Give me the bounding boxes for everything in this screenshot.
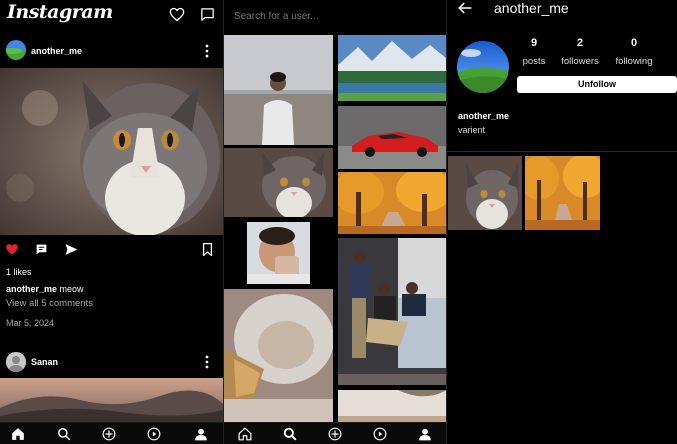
profile-panel: another_me 9 posts 2 followers 0 followi…	[446, 0, 677, 444]
reels-icon[interactable]	[147, 427, 161, 441]
post-header: another_me	[0, 36, 223, 66]
explore-tile-friends[interactable]	[338, 238, 446, 385]
comment-icon[interactable]	[35, 243, 48, 256]
bottom-nav	[224, 422, 446, 444]
view-comments-link[interactable]: View all 5 comments	[6, 298, 93, 309]
search-icon[interactable]	[283, 427, 297, 441]
post-actions	[0, 238, 223, 262]
avatar[interactable]	[6, 40, 26, 60]
back-arrow-icon[interactable]	[458, 2, 472, 14]
explore-tile-sunset[interactable]	[338, 390, 446, 424]
explore-tile-autumn-road[interactable]	[338, 172, 446, 234]
explore-tile-food[interactable]	[224, 289, 333, 424]
explore-panel	[223, 0, 446, 444]
post-image-cat[interactable]	[0, 68, 223, 235]
post-username[interactable]: Sanan	[31, 357, 58, 367]
post-date: Mar 5, 2024	[6, 318, 55, 328]
bookmark-icon[interactable]	[202, 243, 213, 256]
divider	[447, 151, 677, 152]
profile-post-cat[interactable]	[448, 156, 522, 230]
bottom-nav	[0, 422, 223, 444]
followers-label[interactable]: followers	[550, 56, 610, 67]
reels-icon[interactable]	[373, 427, 387, 441]
explore-tile-lake[interactable]	[338, 35, 446, 101]
search-input[interactable]	[234, 11, 434, 22]
profile-avatar[interactable]	[457, 41, 509, 93]
instagram-logo: Instagram	[7, 1, 113, 23]
avatar-image	[6, 352, 26, 372]
profile-post-autumn[interactable]	[525, 156, 600, 230]
search-icon[interactable]	[57, 427, 71, 441]
explore-tile-car[interactable]	[338, 106, 446, 169]
profile-title: another_me	[494, 0, 569, 16]
bio-name: another_me	[458, 111, 510, 121]
share-icon[interactable]	[64, 243, 79, 256]
avatar[interactable]	[6, 352, 26, 372]
explore-tile-selfie[interactable]	[247, 222, 310, 284]
caption-username[interactable]: another_me	[6, 284, 57, 294]
caption-text: meow	[59, 284, 84, 294]
post-header: Sanan	[0, 349, 223, 375]
home-icon[interactable]	[238, 427, 252, 441]
profile-icon[interactable]	[194, 427, 208, 441]
home-icon[interactable]	[11, 427, 25, 441]
more-icon[interactable]	[204, 355, 210, 369]
more-icon[interactable]	[204, 44, 210, 58]
explore-tile-cat[interactable]	[224, 148, 333, 217]
message-icon[interactable]	[200, 7, 215, 22]
avatar-image	[6, 40, 26, 60]
followers-count[interactable]: 2	[550, 37, 610, 49]
unfollow-button[interactable]: Unfollow	[517, 76, 677, 93]
following-label[interactable]: following	[604, 56, 664, 67]
feed-header: Instagram	[0, 0, 223, 30]
add-icon[interactable]	[102, 427, 116, 441]
heart-icon[interactable]	[5, 243, 19, 256]
post-image-landscape[interactable]	[0, 378, 223, 424]
post-caption: another_me meow	[6, 284, 84, 294]
heart-outline-icon[interactable]	[169, 7, 185, 22]
following-count[interactable]: 0	[604, 37, 664, 49]
bio-text: varient	[458, 125, 486, 135]
post-username[interactable]: another_me	[31, 46, 82, 56]
add-icon[interactable]	[328, 427, 342, 441]
likes-count[interactable]: 1 likes	[6, 267, 32, 277]
avatar-image	[457, 41, 509, 93]
feed-panel: Instagram another_me 1 likes another_me …	[0, 0, 223, 444]
explore-tile-person-beach[interactable]	[224, 35, 333, 145]
profile-icon[interactable]	[418, 427, 432, 441]
